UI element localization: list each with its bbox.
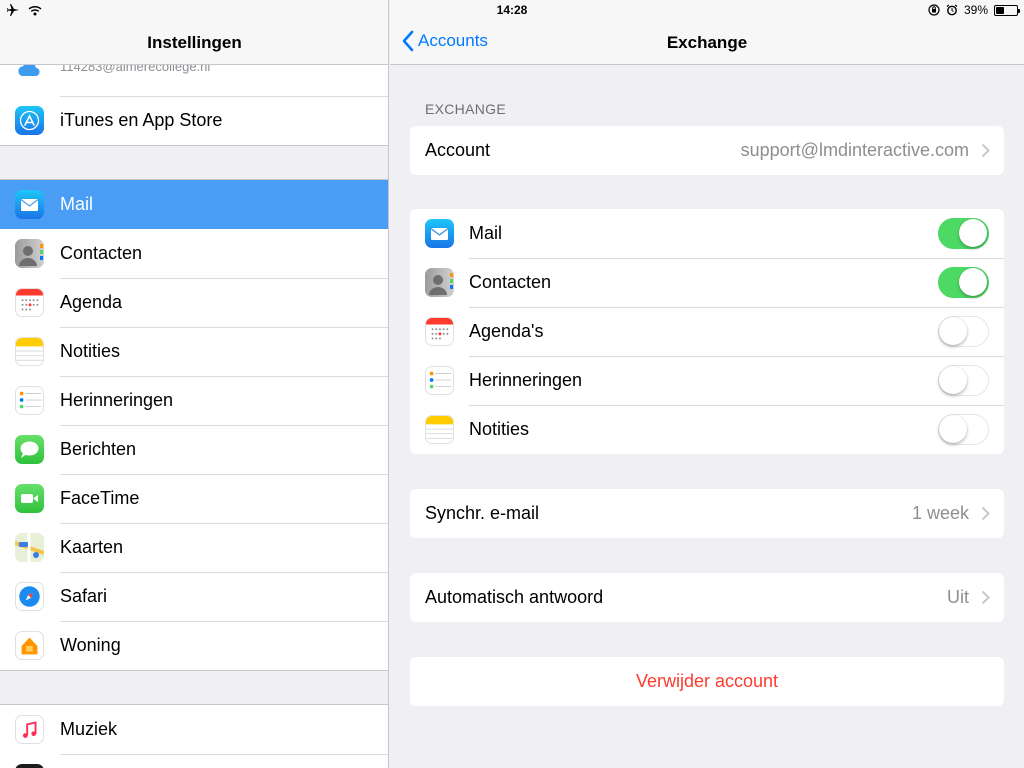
sidebar-item-label: Safari xyxy=(60,586,108,606)
orientation-lock-icon xyxy=(928,4,940,16)
service-label: Contacten xyxy=(469,272,552,292)
home-icon xyxy=(15,631,44,660)
sidebar-item-herinneringen[interactable]: Herinneringen xyxy=(0,376,388,425)
reminders-toggle[interactable] xyxy=(938,365,989,396)
music-icon xyxy=(15,715,44,744)
sidebar-item-safari[interactable]: Safari xyxy=(0,572,388,621)
safari-icon xyxy=(15,582,44,611)
autoreply-card: Automatisch antwoord Uit xyxy=(410,573,1004,622)
battery-percentage: 39% xyxy=(963,3,988,17)
mail-toggle[interactable] xyxy=(938,218,989,249)
autoreply-row[interactable]: Automatisch antwoord Uit xyxy=(410,573,1004,622)
contacts-icon xyxy=(425,268,454,297)
sidebar-item-label: FaceTime xyxy=(60,488,140,508)
alarm-icon xyxy=(946,4,958,16)
page-title: Exchange xyxy=(666,33,748,52)
account-label: Account xyxy=(425,140,491,160)
service-row-mail: Mail xyxy=(410,209,1004,258)
sidebar-item-muziek[interactable]: Muziek xyxy=(0,705,388,754)
service-label: Herinneringen xyxy=(469,370,583,390)
sidebar-item-label: Muziek xyxy=(60,719,118,739)
contacts-toggle[interactable] xyxy=(938,267,989,298)
toggle-knob xyxy=(939,317,967,345)
maps-icon xyxy=(15,533,44,562)
sidebar-title: Instellingen xyxy=(147,33,242,52)
delete-card: Verwijder account xyxy=(410,657,1004,706)
sidebar-item-agenda[interactable]: Agenda xyxy=(0,278,388,327)
service-row-notities: Notities xyxy=(410,405,1004,454)
sidebar-item-videos[interactable] xyxy=(0,754,388,768)
sidebar-item-mail[interactable]: Mail xyxy=(0,180,388,229)
sidebar-item-berichten[interactable]: Berichten xyxy=(0,425,388,474)
sidebar-group-media: Muziek xyxy=(0,704,388,768)
sync-label: Synchr. e-mail xyxy=(425,503,540,523)
account-row[interactable]: Account support@lmdinteractive.com xyxy=(410,126,1004,175)
sidebar-item-label: Notities xyxy=(60,341,121,361)
services-card: Mail Contacten Agenda's Herinneringen No… xyxy=(410,209,1004,454)
sidebar-item-label: Contacten xyxy=(60,243,143,263)
autoreply-value: Uit xyxy=(947,587,969,607)
section-header-exchange: EXCHANGE xyxy=(425,101,506,117)
chevron-right-icon xyxy=(981,143,990,158)
sidebar-item-label: Mail xyxy=(60,194,94,214)
delete-account-label: Verwijder account xyxy=(635,671,779,691)
sidebar-item-label: iTunes en App Store xyxy=(60,110,223,130)
toggle-knob xyxy=(959,268,987,296)
sidebar-item-label: Herinneringen xyxy=(60,390,174,410)
delete-account-button[interactable]: Verwijder account xyxy=(410,657,1004,706)
notes-toggle[interactable] xyxy=(938,414,989,445)
status-right: 39% xyxy=(928,3,1020,17)
sidebar-item-label: Kaarten xyxy=(60,537,124,557)
toggle-knob xyxy=(939,366,967,394)
service-row-herinneringen: Herinneringen xyxy=(410,356,1004,405)
reminders-icon xyxy=(425,366,454,395)
contacts-icon xyxy=(15,239,44,268)
toggle-knob xyxy=(959,219,987,247)
service-row-agenda: Agenda's xyxy=(410,307,1004,356)
notes-icon xyxy=(425,415,454,444)
app-store-icon xyxy=(15,106,44,135)
videos-icon xyxy=(15,764,44,768)
messages-icon xyxy=(15,435,44,464)
service-label: Mail xyxy=(469,223,503,243)
sidebar-item-label: Berichten xyxy=(60,439,137,459)
sidebar-item-kaarten[interactable]: Kaarten xyxy=(0,523,388,572)
sidebar-item-notities[interactable]: Notities xyxy=(0,327,388,376)
sidebar-item-facetime[interactable]: FaceTime xyxy=(0,474,388,523)
sidebar-item-label: Agenda xyxy=(60,292,123,312)
battery-fill xyxy=(996,6,1004,14)
notes-icon xyxy=(15,337,44,366)
sync-mail-row[interactable]: Synchr. e-mail 1 week xyxy=(410,489,1004,538)
status-time: 14:28 xyxy=(496,3,528,17)
sidebar-item-woning[interactable]: Woning xyxy=(0,621,388,670)
sidebar-group-apps: Mail Contacten Agenda Notities Herinneri… xyxy=(0,179,388,671)
status-bar: 14:28 39% xyxy=(0,0,1024,22)
settings-sidebar: Instellingen iCloud 114283@almerecollege… xyxy=(0,0,389,768)
service-row-contacten: Contacten xyxy=(410,258,1004,307)
chevron-right-icon xyxy=(981,506,990,521)
reminders-icon xyxy=(15,386,44,415)
mail-icon xyxy=(425,219,454,248)
sidebar-item-label: Woning xyxy=(60,635,121,655)
account-email: support@lmdinteractive.com xyxy=(740,140,969,160)
facetime-icon xyxy=(15,484,44,513)
sync-card: Synchr. e-mail 1 week xyxy=(410,489,1004,538)
account-card: Account support@lmdinteractive.com xyxy=(410,126,1004,175)
service-label: Agenda's xyxy=(469,321,544,341)
autoreply-label: Automatisch antwoord xyxy=(425,587,604,607)
toggle-knob xyxy=(939,415,967,443)
exchange-detail-pane: Accounts Exchange EXCHANGE Account suppo… xyxy=(390,0,1024,768)
calendars-toggle[interactable] xyxy=(938,316,989,347)
calendar-icon xyxy=(15,288,44,317)
battery-icon xyxy=(994,4,1020,16)
service-label: Notities xyxy=(469,419,530,439)
mail-icon xyxy=(15,190,44,219)
calendar-icon xyxy=(425,317,454,346)
chevron-right-icon xyxy=(981,590,990,605)
sync-value: 1 week xyxy=(911,503,969,523)
sidebar-item-itunes[interactable]: iTunes en App Store xyxy=(0,96,388,145)
sidebar-item-contacten[interactable]: Contacten xyxy=(0,229,388,278)
